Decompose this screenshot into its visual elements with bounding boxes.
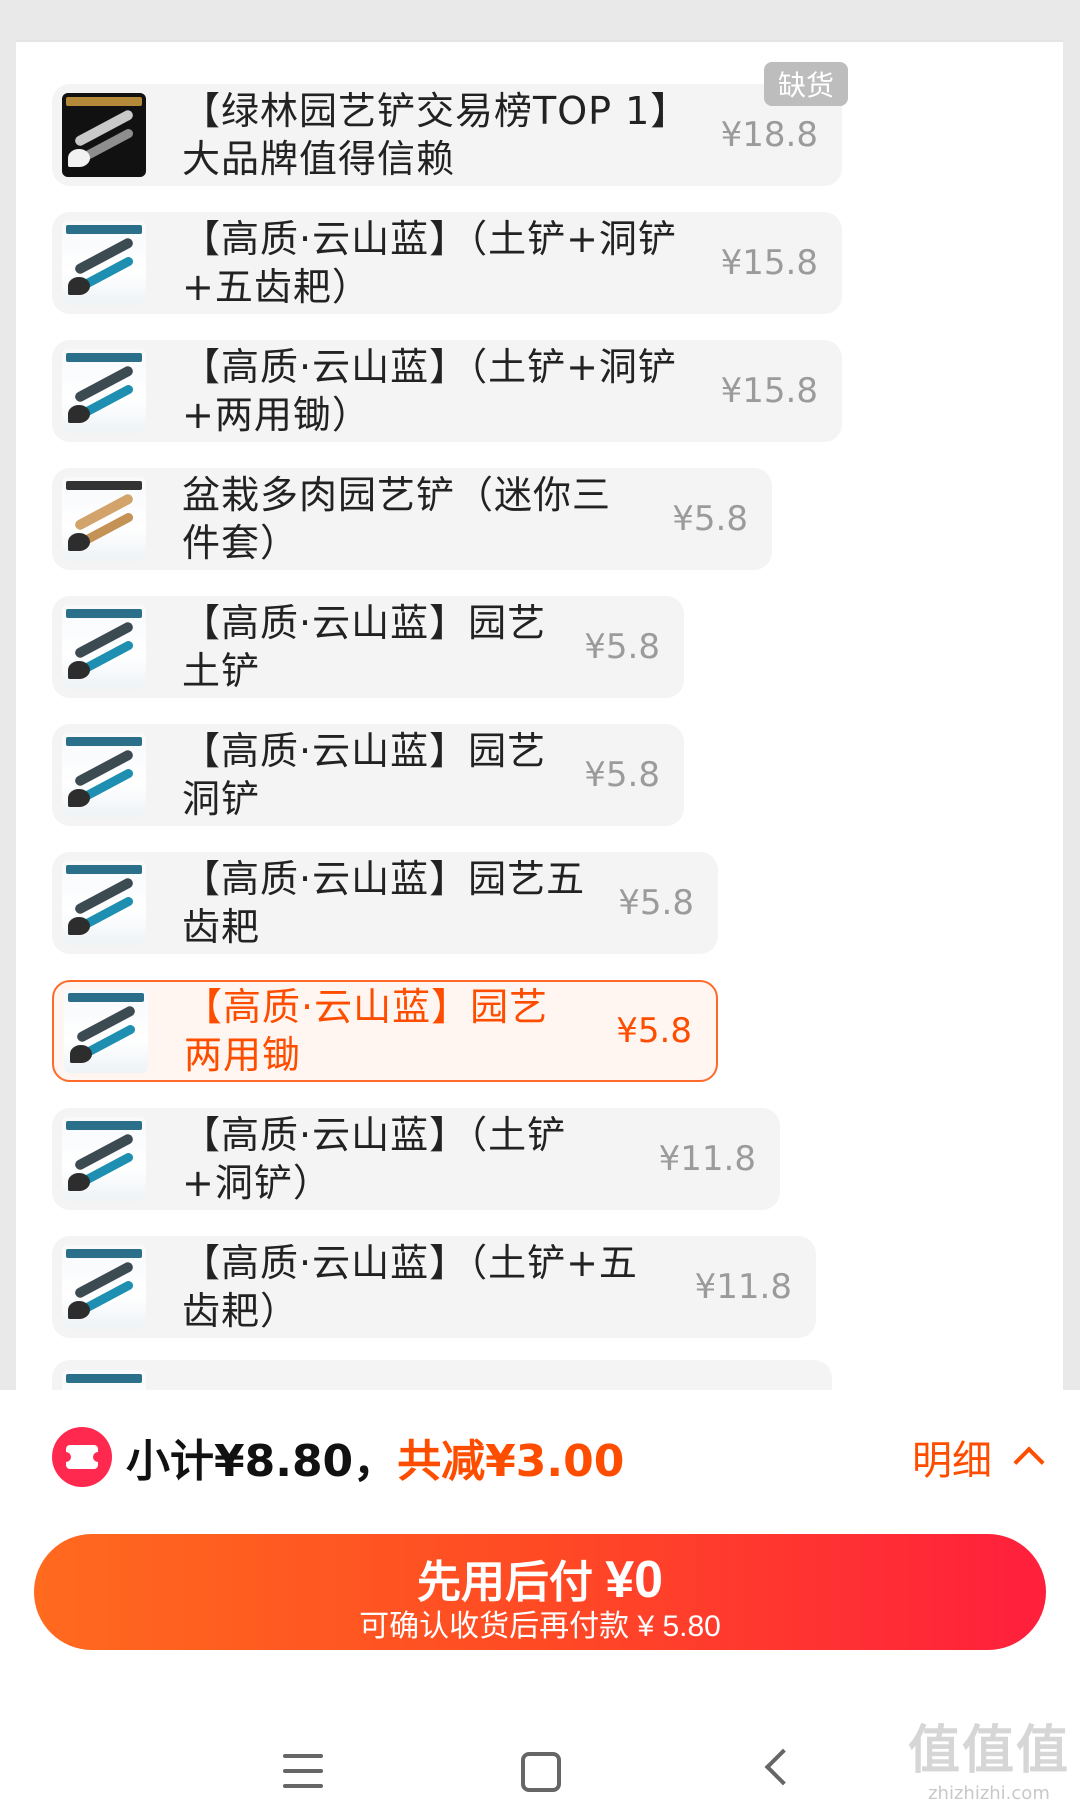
detail-toggle[interactable]: 明细 [912,1428,1045,1486]
subtotal-text: 小计¥8.80， [126,1436,398,1487]
system-navigation-bar: 值值值 zhizhizhi.com [0,1721,1080,1812]
sku-name: 盆栽多肉园艺铲（迷你三件套） [182,473,612,565]
detail-label: 明细 [912,1438,992,1484]
checkout-bar: 小计¥8.80， 共减¥3.00 明细 先用后付 ¥0 可确认收货后再付款 ¥ … [0,1390,1080,1812]
sku-thumbnail [62,93,146,177]
home-icon[interactable] [521,1752,561,1792]
sku-option-partial[interactable] [52,1360,832,1390]
sku-name: 【高质·云山蓝】园艺两用锄 [184,985,549,1077]
sku-price: ¥15.8 [720,243,818,283]
sku-name: 【高质·云山蓝】（土铲+洞铲+两用锄） [182,345,677,437]
sku-option-3pc-rake[interactable]: 【高质·云山蓝】（土铲+洞铲+五齿耙） ¥15.8 [52,212,842,314]
sku-name: 【高质·云山蓝】园艺土铲 [182,601,547,693]
sku-option-transplanter[interactable]: 【高质·云山蓝】园艺洞铲 ¥5.8 [52,724,684,826]
coupon-icon [52,1427,112,1487]
sku-option-hoe-selected[interactable]: 【高质·云山蓝】园艺两用锄 ¥5.8 [52,980,718,1082]
sku-name: 【高质·云山蓝】（土铲+洞铲+五齿耙） [182,217,677,309]
pay-button-amount: ¥0 [605,1550,664,1609]
sku-thumbnail [62,477,146,561]
sku-thumbnail [64,989,148,1073]
sku-thumbnail [62,733,146,817]
sku-price: ¥5.8 [616,1011,692,1051]
back-icon[interactable] [764,1748,802,1786]
out-of-stock-badge: 缺货 [763,62,848,106]
sku-option-2pc-rake[interactable]: 【高质·云山蓝】（土铲+五齿耙） ¥11.8 [52,1236,816,1338]
sku-price: ¥11.8 [658,1139,756,1179]
sku-thumbnail [62,605,146,689]
sku-option-top1[interactable]: 【绿林园艺铲交易榜TOP 1】大品牌值得信赖 ¥18.8 缺货 [52,62,848,186]
chevron-up-icon [1013,1446,1045,1478]
sku-list: 【绿林园艺铲交易榜TOP 1】大品牌值得信赖 ¥18.8 缺货 【高质·云山蓝】… [52,62,1052,1364]
sku-thumbnail [62,221,146,305]
sku-option-trowel[interactable]: 【高质·云山蓝】园艺土铲 ¥5.8 [52,596,684,698]
watermark-logo: 值值值 [907,1721,1070,1781]
sku-option-3pc-hoe[interactable]: 【高质·云山蓝】（土铲+洞铲+两用锄） ¥15.8 [52,340,842,442]
sku-thumbnail [62,349,146,433]
sku-thumbnail [62,1245,146,1329]
sku-name: 【高质·云山蓝】（土铲+洞铲） [182,1113,567,1205]
pay-button-title: 先用后付 ¥0 [40,1554,1040,1609]
sku-thumbnail [62,1370,146,1390]
sku-name: 【高质·云山蓝】园艺五齿耙 [182,857,586,949]
sku-price: ¥18.8 [720,115,818,155]
sku-panel: 【绿林园艺铲交易榜TOP 1】大品牌值得信赖 ¥18.8 缺货 【高质·云山蓝】… [16,40,1063,1390]
pay-button-label: 先用后付 [416,1557,606,1607]
sku-option-rake[interactable]: 【高质·云山蓝】园艺五齿耙 ¥5.8 [52,852,718,954]
subtotal-row: 小计¥8.80， 共减¥3.00 明细 [52,1422,1045,1492]
sku-price: ¥5.8 [672,499,748,539]
sku-thumbnail [62,1117,146,1201]
pay-later-button[interactable]: 先用后付 ¥0 可确认收货后再付款 ¥ 5.80 [34,1534,1046,1650]
sku-option-mini-set[interactable]: 盆栽多肉园艺铲（迷你三件套） ¥5.8 [52,468,772,570]
recent-apps-icon[interactable] [283,1754,323,1788]
sku-price: ¥11.8 [694,1267,792,1307]
discount-text: 共减¥3.00 [397,1436,625,1487]
watermark-url: zhizhizhi.com [928,1783,1050,1804]
sku-option-2pc[interactable]: 【高质·云山蓝】（土铲+洞铲） ¥11.8 [52,1108,780,1210]
sku-price: ¥5.8 [618,883,694,923]
panel-divider [16,40,1063,42]
sku-price: ¥15.8 [720,371,818,411]
sku-name: 【绿林园艺铲交易榜TOP 1】大品牌值得信赖 [182,89,690,181]
pay-button-subtitle: 可确认收货后再付款 ¥ 5.80 [359,1609,721,1643]
sku-thumbnail [62,861,146,945]
sku-price: ¥5.8 [584,627,660,667]
sku-name: 【高质·云山蓝】（土铲+五齿耙） [182,1241,638,1333]
sku-name: 【高质·云山蓝】园艺洞铲 [182,729,547,821]
site-watermark: 值值值 zhizhizhi.com [908,1708,1070,1804]
sku-price: ¥5.8 [584,755,660,795]
